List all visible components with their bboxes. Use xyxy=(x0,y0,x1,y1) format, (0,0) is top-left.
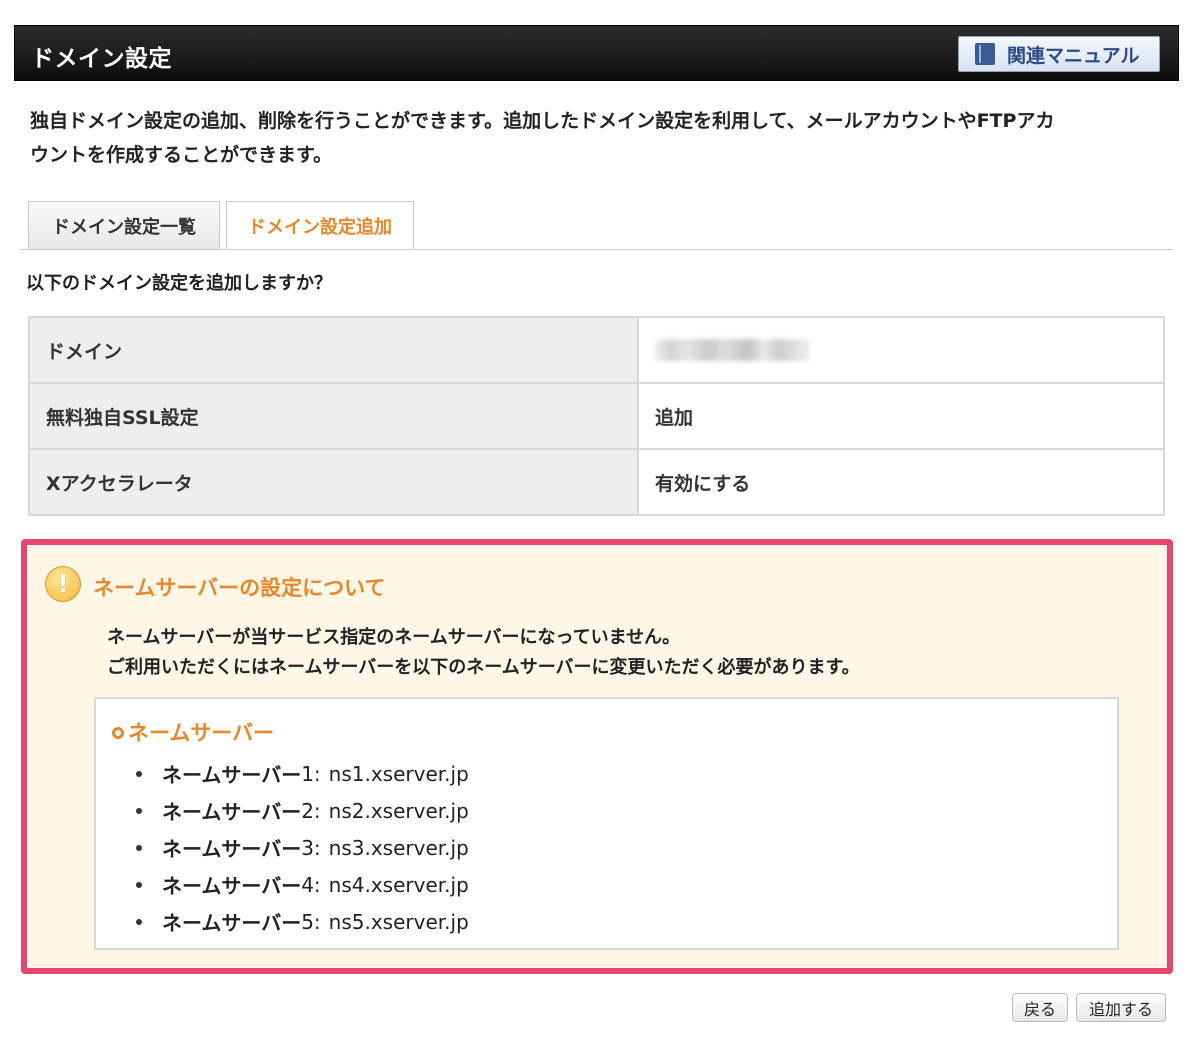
warning-icon: ! xyxy=(45,566,81,602)
table-row: ドメイン xyxy=(28,316,1165,384)
tab-bar: ドメイン設定一覧 ドメイン設定追加 xyxy=(28,201,414,250)
row-label-domain: ドメイン xyxy=(28,316,639,384)
row-value-xaccelerator: 有効にする xyxy=(637,448,1165,516)
page-title: ドメイン設定 xyxy=(31,46,172,72)
related-manual-label: 関連マニュアル xyxy=(1007,44,1140,67)
domain-settings-table: ドメイン 無料独自SSL設定 追加 Xアクセラレータ 有効にする xyxy=(28,316,1165,516)
list-item: ネームサーバー 4: ns4.xserver.jp xyxy=(136,866,469,903)
nameserver-heading: ネームサーバー xyxy=(112,717,274,747)
nameserver-number: 2: xyxy=(301,798,321,823)
book-icon xyxy=(975,43,995,65)
table-row: Xアクセラレータ 有効にする xyxy=(28,448,1165,516)
nameserver-number: 5: xyxy=(301,909,321,934)
list-item: ネームサーバー 3: ns3.xserver.jp xyxy=(136,829,469,866)
intro-line-2: ウントを作成することができます。 xyxy=(30,144,333,166)
nameserver-label: ネームサーバー xyxy=(162,911,302,935)
list-item: ネームサーバー 1: ns1.xserver.jp xyxy=(136,755,469,792)
bullet-icon xyxy=(136,770,142,777)
intro-line-1: 独自ドメイン設定の追加、削除を行うことができます。追加したドメイン設定を利用して… xyxy=(30,110,1055,132)
nameserver-host: ns5.xserver.jp xyxy=(328,909,469,934)
nameserver-notice: ! ネームサーバーの設定について ネームサーバーが当サービス指定のネームサーバー… xyxy=(21,539,1173,974)
list-item: ネームサーバー 2: ns2.xserver.jp xyxy=(136,792,469,829)
add-button[interactable]: 追加する xyxy=(1076,993,1166,1022)
nameserver-number: 4: xyxy=(301,872,321,897)
intro-text: 独自ドメイン設定の追加、削除を行うことができます。追加したドメイン設定を利用して… xyxy=(30,104,1170,172)
back-button[interactable]: 戻る xyxy=(1012,993,1068,1022)
tab-domain-list[interactable]: ドメイン設定一覧 xyxy=(28,201,220,249)
row-label-ssl: 無料独自SSL設定 xyxy=(28,382,639,450)
ring-bullet-icon xyxy=(112,727,124,739)
list-item: ネームサーバー 5: ns5.xserver.jp xyxy=(136,903,469,940)
nameserver-label: ネームサーバー xyxy=(162,874,302,898)
nameserver-label: ネームサーバー xyxy=(162,800,302,824)
notice-message: ネームサーバーが当サービス指定のネームサーバーになっていません。 ご利用いただく… xyxy=(107,623,860,683)
nameserver-host: ns1.xserver.jp xyxy=(328,761,469,786)
nameserver-host: ns4.xserver.jp xyxy=(328,872,469,897)
nameserver-list: ネームサーバー 1: ns1.xserver.jp ネームサーバー 2: ns2… xyxy=(136,755,469,940)
notice-message-line-1: ネームサーバーが当サービス指定のネームサーバーになっていません。 xyxy=(107,627,681,648)
related-manual-button[interactable]: 関連マニュアル xyxy=(958,36,1160,72)
bullet-icon xyxy=(136,918,142,925)
row-value-domain xyxy=(637,316,1165,384)
nameserver-label: ネームサーバー xyxy=(162,837,302,861)
tab-domain-add[interactable]: ドメイン設定追加 xyxy=(226,201,414,250)
notice-title: ネームサーバーの設定について xyxy=(93,576,386,600)
blurred-domain-value xyxy=(655,339,810,362)
table-row: 無料独自SSL設定 追加 xyxy=(28,382,1165,450)
nameserver-number: 3: xyxy=(301,835,321,860)
tab-divider xyxy=(20,249,1173,250)
nameserver-heading-label: ネームサーバー xyxy=(128,721,275,745)
nameserver-number: 1: xyxy=(301,761,321,786)
page-header: ドメイン設定 関連マニュアル xyxy=(14,25,1179,81)
bullet-icon xyxy=(136,881,142,888)
bullet-icon xyxy=(136,807,142,814)
nameserver-host: ns3.xserver.jp xyxy=(328,835,469,860)
nameserver-box: ネームサーバー ネームサーバー 1: ns1.xserver.jp ネームサーバ… xyxy=(94,697,1119,950)
nameserver-label: ネームサーバー xyxy=(162,763,302,787)
row-label-xaccelerator: Xアクセラレータ xyxy=(28,448,639,516)
notice-message-line-2: ご利用いただくにはネームサーバーを以下のネームサーバーに変更いただく必要がありま… xyxy=(107,657,860,678)
row-value-ssl: 追加 xyxy=(637,382,1165,450)
bullet-icon xyxy=(136,844,142,851)
nameserver-host: ns2.xserver.jp xyxy=(328,798,469,823)
confirm-question: 以下のドメイン設定を追加しますか？ xyxy=(26,273,332,294)
